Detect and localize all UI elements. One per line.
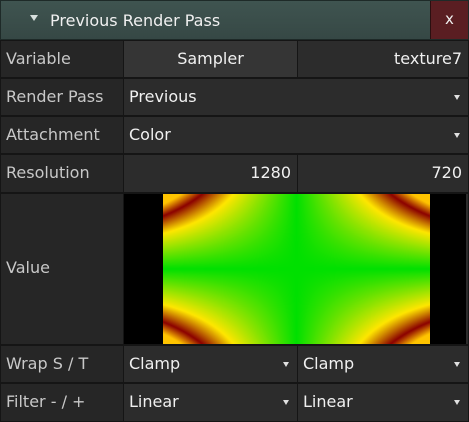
collapse-arrow-icon[interactable] [30,15,38,21]
attachment-label: Attachment [0,116,124,154]
value-label: Value [0,193,124,345]
attachment-value: Color [129,125,171,144]
render-pass-panel: Previous Render Pass x Variable Sampler … [0,0,469,422]
panel-title: Previous Render Pass [50,11,221,30]
chevron-down-icon [283,362,289,367]
render-pass-value: Previous [129,87,197,106]
filter-min-dropdown[interactable]: Linear [123,383,298,422]
wrap-label: Wrap S / T [0,345,124,383]
texture-preview-image [163,194,430,344]
wrap-t-dropdown[interactable]: Clamp [297,345,469,383]
variable-name-field[interactable]: texture7 [297,40,469,78]
close-button[interactable]: x [430,1,468,39]
chevron-down-icon [454,95,460,100]
chevron-down-icon [454,133,460,138]
filter-mag-value: Linear [303,392,353,411]
chevron-down-icon [454,400,460,405]
attachment-dropdown[interactable]: Color [123,116,469,154]
resolution-label: Resolution [0,154,124,193]
variable-type-field[interactable]: Sampler [123,40,298,78]
texture-preview [124,194,466,344]
filter-label: Filter - / + [0,383,124,422]
variable-label: Variable [0,40,124,78]
chevron-down-icon [454,362,460,367]
resolution-height-field[interactable]: 720 [297,154,469,193]
render-pass-label: Render Pass [0,78,124,116]
filter-min-value: Linear [129,392,179,411]
resolution-width-field[interactable]: 1280 [123,154,298,193]
wrap-s-dropdown[interactable]: Clamp [123,345,298,383]
chevron-down-icon [283,400,289,405]
filter-mag-dropdown[interactable]: Linear [297,383,469,422]
render-pass-dropdown[interactable]: Previous [123,78,469,116]
wrap-s-value: Clamp [129,354,181,373]
wrap-t-value: Clamp [303,354,355,373]
panel-title-bar[interactable]: Previous Render Pass x [0,0,469,40]
